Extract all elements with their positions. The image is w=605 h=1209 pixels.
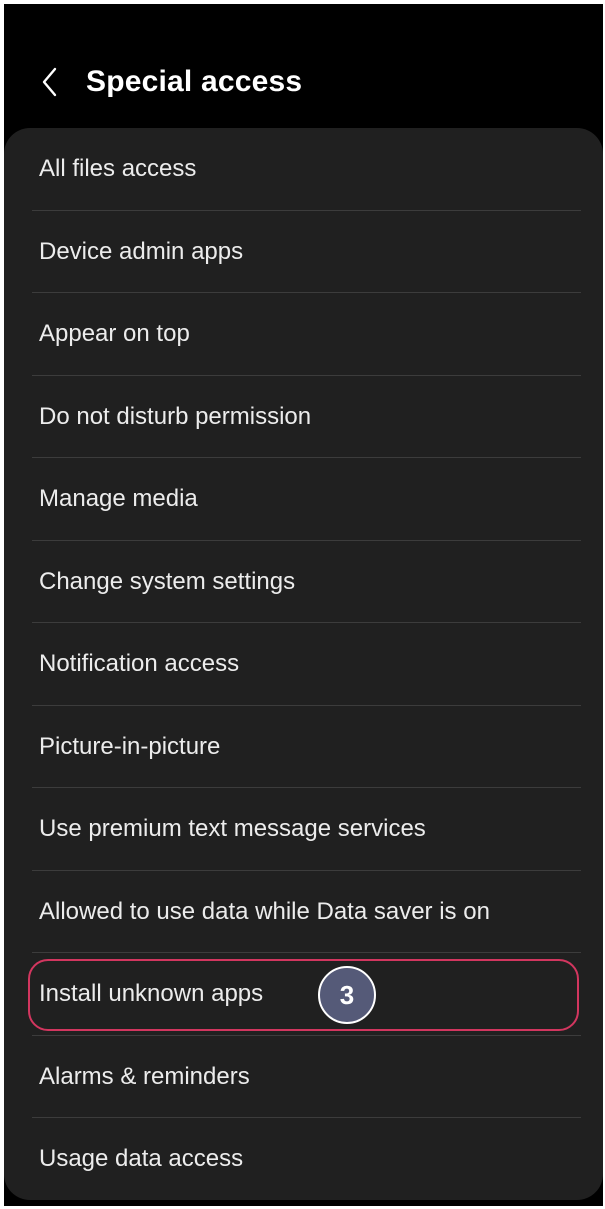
list-item-label: Use premium text message services: [39, 815, 426, 842]
list-item-all-files-access[interactable]: All files access: [4, 128, 603, 211]
list-item-label: Change system settings: [39, 567, 296, 595]
list-item-label: Allowed to use data while Data saver is …: [39, 897, 490, 925]
app-header: Special access: [4, 4, 603, 128]
list-item-label: All files access: [39, 155, 197, 182]
list-item-label: Manage media: [39, 485, 198, 512]
back-button[interactable]: [32, 62, 68, 102]
page-title: Special access: [86, 65, 303, 98]
list-item-label: Alarms & reminders: [39, 1062, 250, 1090]
list-item-label: Appear on top: [39, 320, 190, 347]
list-item-appear-on-top[interactable]: Appear on top: [4, 293, 603, 376]
list-item-change-system-settings[interactable]: Change system settings: [4, 541, 603, 623]
list-item-premium-text-message-services[interactable]: Use premium text message services: [4, 788, 603, 871]
list-item-data-saver-unrestricted[interactable]: Allowed to use data while Data saver is …: [4, 871, 603, 953]
list-item-label: Picture-in-picture: [39, 732, 221, 760]
settings-screen: Special access All files access Device a…: [4, 4, 603, 1206]
list-item-notification-access[interactable]: Notification access: [4, 623, 603, 706]
list-item-picture-in-picture[interactable]: Picture-in-picture: [4, 706, 603, 788]
list-item-label: Do not disturb permission: [39, 402, 312, 430]
list-item-label: Usage data access: [39, 1145, 244, 1172]
list-item-do-not-disturb-permission[interactable]: Do not disturb permission: [4, 376, 603, 458]
special-access-list: All files access Device admin apps Appea…: [4, 128, 603, 1200]
list-item-manage-media[interactable]: Manage media: [4, 458, 603, 541]
list-item-device-admin-apps[interactable]: Device admin apps: [4, 211, 603, 293]
list-item-usage-data-access[interactable]: Usage data access: [4, 1118, 603, 1200]
list-item-label: Device admin apps: [39, 237, 244, 265]
list-item-label: Install unknown apps: [39, 980, 264, 1007]
list-item-alarms-reminders[interactable]: Alarms & reminders: [4, 1036, 603, 1118]
list-item-install-unknown-apps[interactable]: Install unknown apps: [4, 953, 603, 1036]
chevron-left-icon: [42, 67, 57, 97]
list-item-label: Notification access: [39, 650, 240, 677]
